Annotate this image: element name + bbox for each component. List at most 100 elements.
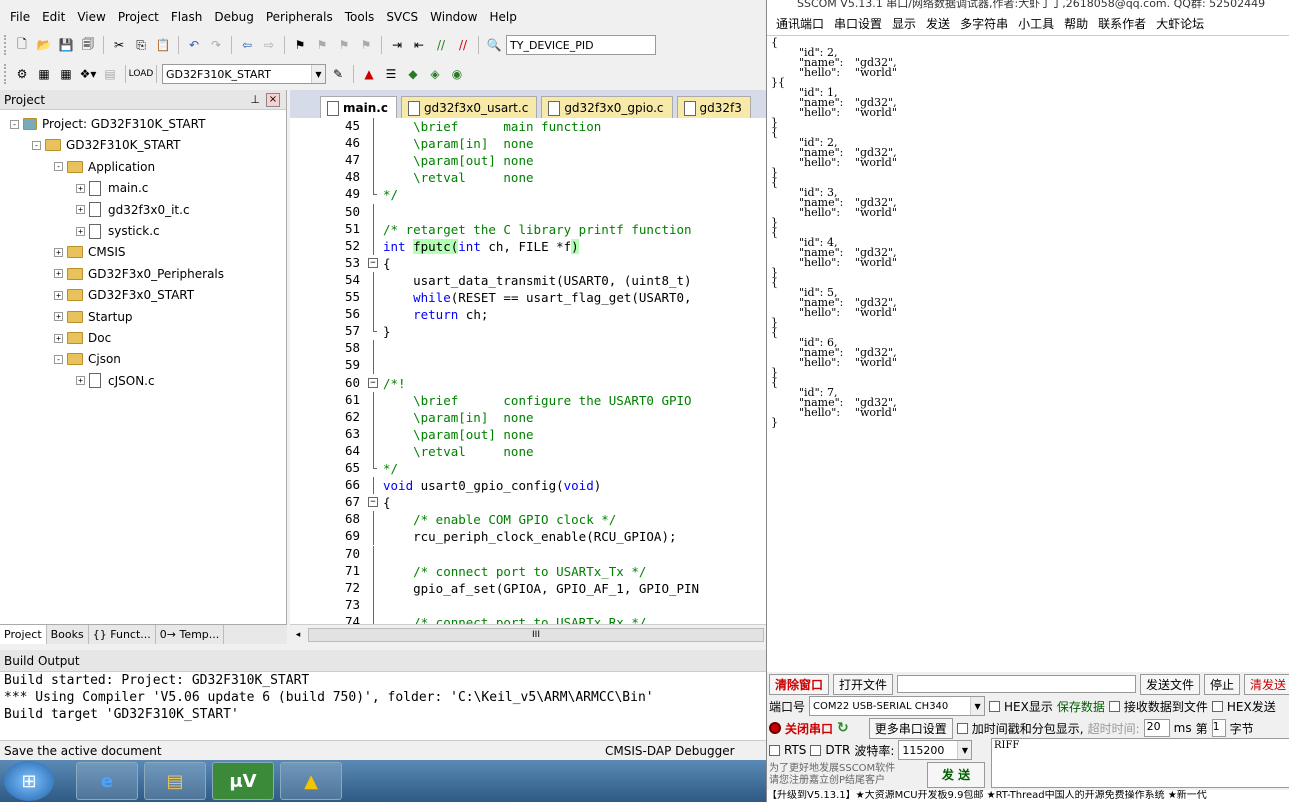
- unindent-icon[interactable]: ⇤: [409, 35, 429, 55]
- sscom-menu-item[interactable]: 小工具: [1013, 15, 1059, 32]
- file-extensions-icon[interactable]: ☰: [381, 64, 401, 84]
- code-line[interactable]: usart_data_transmit(USART0, (uint8_t): [383, 272, 691, 289]
- code-line[interactable]: \param[in] none: [383, 135, 533, 152]
- send-input[interactable]: RIFF: [991, 738, 1289, 788]
- editor-tab[interactable]: gd32f3: [676, 96, 751, 118]
- sscom-menu-item[interactable]: 显示: [887, 15, 921, 32]
- redo-icon[interactable]: ↷: [206, 35, 226, 55]
- editor-tab[interactable]: gd32f3x0_usart.c: [400, 96, 538, 118]
- code-line[interactable]: \brief configure the USART0 GPIO: [383, 392, 699, 409]
- collapse-icon[interactable]: -: [54, 354, 63, 364]
- expand-icon[interactable]: +: [76, 183, 85, 193]
- tree-node[interactable]: - Cjson: [54, 349, 121, 369]
- expand-icon[interactable]: +: [54, 290, 63, 300]
- cut-icon[interactable]: ✂: [109, 35, 129, 55]
- tree-node[interactable]: + Startup: [54, 307, 133, 327]
- stop-build-icon[interactable]: ▤: [100, 64, 120, 84]
- bookmark-prev-icon[interactable]: ⚑: [312, 35, 332, 55]
- code-line[interactable]: \param[out] none: [383, 426, 533, 443]
- warning-taskbar-icon[interactable]: ▲: [280, 762, 342, 800]
- copy-icon[interactable]: ⎘: [131, 35, 151, 55]
- recv-to-file-checkbox[interactable]: [1108, 700, 1120, 712]
- code-line[interactable]: {: [383, 494, 391, 511]
- target-options-icon[interactable]: ✎: [328, 64, 348, 84]
- menu-item-help[interactable]: Help: [483, 10, 522, 24]
- horizontal-scrollbar[interactable]: ◂ III: [290, 624, 766, 644]
- code-line[interactable]: /* retarget the C library printf functio…: [383, 221, 699, 238]
- code-line[interactable]: \param[in] none: [383, 409, 533, 426]
- rts-checkbox[interactable]: [769, 744, 780, 756]
- file-path-input[interactable]: [897, 675, 1136, 693]
- fold-marker[interactable]: −: [368, 257, 378, 268]
- clear-send-button[interactable]: 清发送: [1243, 673, 1289, 695]
- bookmark-next-icon[interactable]: ⚑: [334, 35, 354, 55]
- sscom-menu-item[interactable]: 发送: [921, 15, 955, 32]
- open-file-button[interactable]: 打开文件: [833, 673, 894, 695]
- start-button[interactable]: ⊞: [4, 761, 54, 801]
- collapse-icon[interactable]: -: [10, 119, 19, 129]
- uncomment-icon[interactable]: //: [453, 35, 473, 55]
- comment-icon[interactable]: //: [431, 35, 451, 55]
- tree-node[interactable]: + Doc: [54, 328, 111, 348]
- rte-icon[interactable]: ◉: [447, 64, 467, 84]
- tree-node[interactable]: + GD32F3x0_START: [54, 285, 194, 305]
- chevron-down-icon[interactable]: ▼: [957, 741, 972, 759]
- save-icon[interactable]: 💾: [56, 35, 76, 55]
- send-button[interactable]: 发 送: [927, 762, 985, 788]
- save-all-icon[interactable]: 🗐: [78, 35, 98, 55]
- rebuild-icon[interactable]: ▦: [56, 64, 76, 84]
- menu-item-tools[interactable]: Tools: [339, 10, 381, 24]
- code-line[interactable]: gpio_af_set(GPIOA, GPIO_AF_1, GPIO_PIN: [383, 580, 699, 597]
- fold-marker[interactable]: −: [368, 377, 378, 388]
- code-line[interactable]: \brief main function: [383, 118, 601, 135]
- undo-icon[interactable]: ↶: [184, 35, 204, 55]
- expand-icon[interactable]: +: [54, 269, 63, 279]
- bookmark-icon[interactable]: ⚑: [290, 35, 310, 55]
- menu-item-flash[interactable]: Flash: [165, 10, 208, 24]
- batch-build-icon[interactable]: ❖▾: [78, 64, 98, 84]
- open-file-icon[interactable]: 📂: [34, 35, 54, 55]
- close-icon[interactable]: ×: [266, 92, 280, 107]
- manage-project-icon[interactable]: ▲: [359, 64, 379, 84]
- code-line[interactable]: \param[out] none: [383, 152, 533, 169]
- code-line[interactable]: int fputc(int ch, FILE *f): [383, 238, 579, 255]
- expand-icon[interactable]: +: [76, 205, 85, 215]
- expand-icon[interactable]: +: [54, 312, 63, 322]
- tree-node[interactable]: + CMSIS: [54, 242, 126, 262]
- code-line[interactable]: \retval none: [383, 443, 533, 460]
- code-line[interactable]: */: [383, 460, 398, 477]
- translate-icon[interactable]: ⚙: [12, 64, 32, 84]
- collapse-icon[interactable]: -: [54, 162, 63, 172]
- code-line[interactable]: /* enable COM GPIO clock */: [383, 511, 616, 528]
- download-icon[interactable]: LOAD: [129, 64, 154, 84]
- sscom-menu-item[interactable]: 串口设置: [829, 15, 887, 32]
- fold-marker[interactable]: −: [368, 497, 378, 508]
- sscom-menu-item[interactable]: 多字符串: [955, 15, 1013, 32]
- expand-icon[interactable]: +: [54, 247, 63, 257]
- collapse-icon[interactable]: -: [32, 140, 41, 150]
- send-file-button[interactable]: 发送文件: [1139, 673, 1200, 695]
- panel-tab[interactable]: {} Funct...: [89, 625, 156, 644]
- clear-window-button[interactable]: 清除窗口: [769, 673, 830, 695]
- target-select[interactable]: GD32F310K_START ▼: [162, 64, 326, 84]
- find-combo[interactable]: TY_DEVICE_PID: [506, 35, 656, 55]
- tree-node[interactable]: - Application: [54, 157, 155, 177]
- timeout-input[interactable]: 20: [1143, 719, 1170, 737]
- expand-icon[interactable]: +: [54, 333, 63, 343]
- find-in-files-icon[interactable]: 🔍: [484, 35, 504, 55]
- stop-button[interactable]: 停止: [1203, 673, 1240, 695]
- tree-node[interactable]: + main.c: [76, 178, 148, 198]
- menu-item-view[interactable]: View: [71, 10, 111, 24]
- sscom-menu-item[interactable]: 联系作者: [1093, 15, 1151, 32]
- scroll-left-icon[interactable]: ◂: [290, 630, 306, 640]
- explorer-taskbar-icon[interactable]: ▤: [144, 762, 206, 800]
- indent-icon[interactable]: ⇥: [387, 35, 407, 55]
- expand-icon[interactable]: +: [76, 376, 85, 386]
- new-file-icon[interactable]: 🗋: [12, 35, 32, 55]
- pack-installer-icon[interactable]: ◆: [403, 64, 423, 84]
- code-line[interactable]: /*!: [383, 375, 406, 392]
- paste-icon[interactable]: 📋: [153, 35, 173, 55]
- editor-tab[interactable]: main.c: [320, 96, 397, 118]
- nth-input[interactable]: 1: [1211, 719, 1226, 737]
- tree-node[interactable]: + GD32F3x0_Peripherals: [54, 264, 224, 284]
